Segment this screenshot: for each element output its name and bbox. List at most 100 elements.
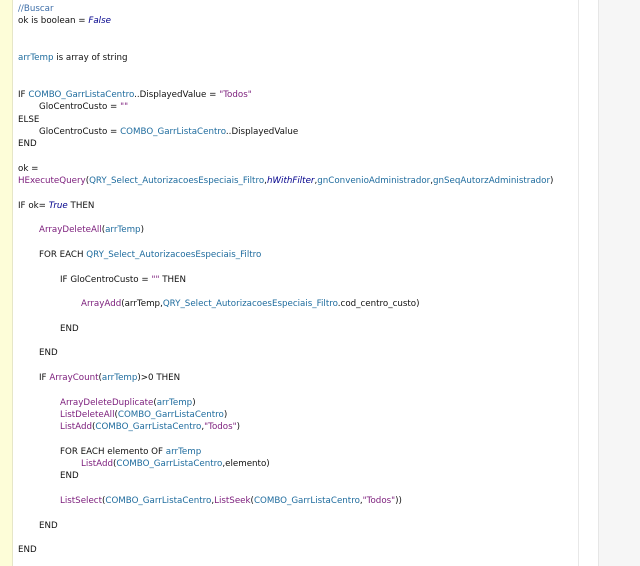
editor-gutter: [0, 0, 12, 566]
code-token: ArrayCount: [49, 373, 99, 383]
code-token: QRY_Select_AutorizacoesEspeciais_Filtro: [89, 176, 265, 187]
code-token: END: [18, 139, 37, 150]
code-token: COMBO_GarrListaCentro: [105, 496, 212, 506]
code-token: "Todos": [204, 422, 237, 433]
code-token: False: [88, 16, 111, 27]
code-token: IF ok=: [18, 200, 49, 211]
code-line: ArrayAdd(arrTemp,QRY_Select_Autorizacoes…: [81, 298, 420, 310]
code-token: arrTemp: [165, 446, 202, 457]
code-line: END: [39, 520, 58, 532]
code-line: ListDeleteAll(COMBO_GarrListaCentro): [60, 409, 227, 421]
code-token: ..DisplayedValue: [225, 127, 299, 137]
code-line: ArrayDeleteDuplicate(arrTemp): [60, 397, 196, 409]
editor-right-margin: [578, 0, 579, 566]
code-line: ListAdd(COMBO_GarrListaCentro,elemento): [81, 458, 270, 470]
code-token: hWithFilter: [266, 176, 315, 187]
code-token: ListDeleteAll: [60, 409, 115, 420]
code-token: THEN: [159, 274, 187, 285]
code-token: COMBO_GarrListaCentro: [28, 90, 135, 101]
code-token: arrTemp: [105, 225, 141, 236]
code-token: ListSeek: [214, 496, 251, 506]
code-token: HExecuteQuery: [18, 176, 86, 187]
code-line: FOR EACH elemento OF arrTemp: [60, 446, 201, 458]
code-token: END: [60, 471, 79, 482]
code-token: ): [223, 409, 228, 420]
code-line: IF COMBO_GarrListaCentro..DisplayedValue…: [18, 89, 252, 101]
code-token: FOR EACH: [39, 250, 87, 260]
code-editor[interactable]: //Buscar ok is boolean = False arrTemp is …: [0, 0, 640, 566]
code-token: IF: [60, 274, 71, 285]
code-token: ): [550, 176, 554, 187]
code-token: COMBO_GarrListaCentro: [253, 496, 360, 506]
code-token: gnSeqAutorzAdministrador: [433, 176, 551, 187]
code-line: END: [60, 470, 79, 482]
code-token: ..DisplayedValue =: [134, 90, 220, 101]
code-token: FOR EACH elemento OF: [60, 446, 166, 457]
code-token: COMBO_GarrListaCentro: [117, 409, 224, 420]
code-token: QRY_Select_AutorizacoesEspeciais_Filtro: [86, 250, 262, 260]
code-line: HExecuteQuery(QRY_Select_AutorizacoesEsp…: [18, 175, 553, 187]
code-token: ArrayDeleteAll: [39, 225, 102, 236]
code-token: ): [236, 422, 241, 433]
code-token: arrTemp: [124, 299, 161, 310]
code-line: IF GloCentroCusto = "" THEN: [60, 274, 186, 286]
code-line: END: [39, 347, 58, 359]
gutter-divider: [12, 0, 13, 566]
code-line: ok is boolean = False: [18, 15, 111, 27]
code-token: ListAdd: [81, 459, 114, 470]
code-line: ListSelect(COMBO_GarrListaCentro,ListSee…: [60, 495, 402, 507]
code-line: ok =: [18, 163, 38, 175]
code-token: END: [18, 545, 37, 556]
code-line: ListAdd(COMBO_GarrListaCentro,"Todos"): [60, 421, 240, 433]
side-panel: [598, 0, 640, 566]
code-token: THEN: [67, 200, 95, 211]
code-token: ArrayDeleteDuplicate: [60, 397, 154, 408]
code-line: GloCentroCusto = COMBO_GarrListaCentro..…: [39, 126, 298, 138]
code-token: GloCentroCusto =: [39, 127, 121, 137]
code-token: ok is boolean =: [18, 16, 89, 27]
code-line: END: [18, 138, 37, 150]
code-token: arrTemp: [18, 53, 54, 64]
code-token: "Todos": [362, 496, 396, 506]
code-token: )>0 THEN: [137, 373, 181, 383]
code-token: ELSE: [18, 114, 40, 125]
code-token: gnConvenioAdministrador: [317, 176, 431, 187]
code-line: GloCentroCusto = "": [39, 101, 128, 113]
code-line: ELSE: [18, 114, 39, 126]
code-token: GloCentroCusto: [70, 274, 139, 285]
code-line: arrTemp is array of string: [18, 52, 128, 64]
code-token: GloCentroCusto =: [39, 102, 121, 113]
code-token: is array of string: [53, 53, 128, 64]
code-token: COMBO_GarrListaCentro: [120, 127, 226, 137]
code-line: END: [60, 323, 79, 335]
code-line: END: [18, 544, 37, 556]
code-line: IF ok= True THEN: [18, 200, 94, 212]
code-token: "Todos": [219, 90, 252, 101]
code-area[interactable]: //Buscar ok is boolean = False arrTemp is …: [18, 0, 578, 566]
code-token: QRY_Select_AutorizacoesEspeciais_Filtro: [162, 299, 338, 310]
code-token: ListSelect: [60, 496, 102, 506]
code-token: ArrayAdd: [81, 299, 122, 310]
code-token: arrTemp: [101, 373, 138, 383]
code-line: IF ArrayCount(arrTemp)>0 THEN: [39, 372, 180, 384]
code-token: ,elemento): [222, 459, 270, 470]
code-line: FOR EACH QRY_Select_AutorizacoesEspeciai…: [39, 249, 261, 261]
code-token: COMBO_GarrListaCentro: [116, 459, 223, 470]
code-token: arrTemp: [156, 397, 193, 408]
code-token: COMBO_GarrListaCentro: [95, 422, 202, 433]
code-token: IF: [18, 90, 29, 101]
code-token: IF: [39, 373, 50, 383]
code-token: END: [60, 323, 79, 334]
code-token: ): [192, 397, 196, 408]
code-token: END: [39, 348, 58, 359]
code-token: END: [39, 520, 58, 531]
code-line: ArrayDeleteAll(arrTemp): [39, 224, 144, 236]
code-token: ok =: [18, 163, 39, 174]
code-line: //Buscar: [18, 3, 54, 15]
code-token: True: [48, 200, 68, 211]
code-token: //Buscar: [18, 4, 54, 14]
code-token: ): [140, 225, 144, 236]
code-token: )): [395, 496, 402, 506]
code-token: ListAdd: [60, 422, 93, 433]
code-token: =: [138, 274, 152, 285]
